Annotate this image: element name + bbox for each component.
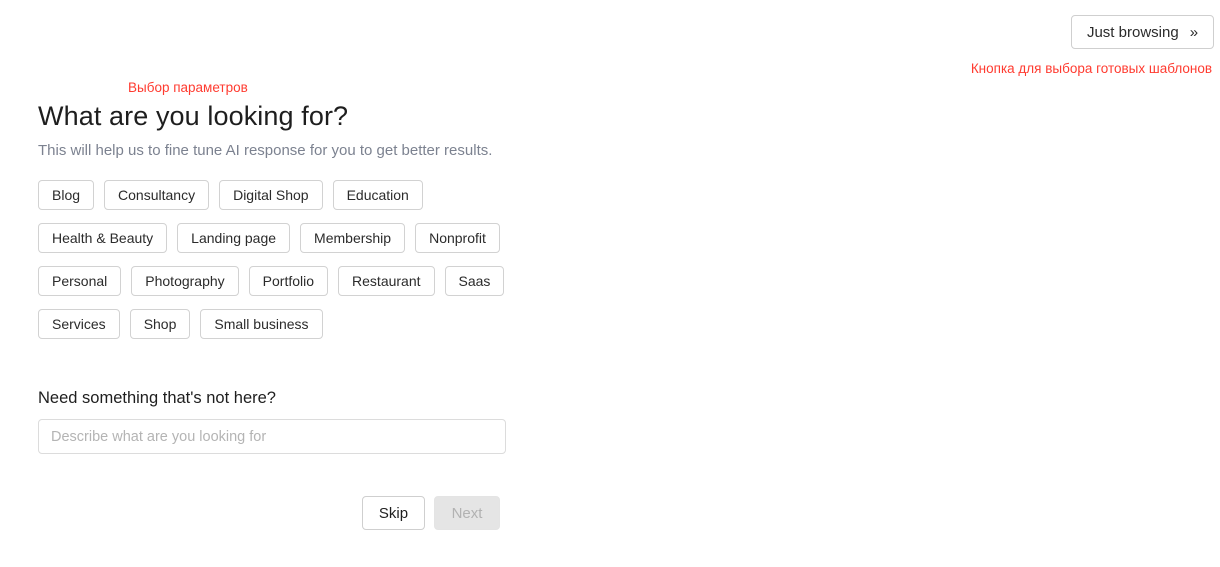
category-tag-list: Blog Consultancy Digital Shop Education … bbox=[38, 180, 738, 352]
annotation-browse-templates: Кнопка для выбора готовых шаблонов bbox=[970, 61, 1212, 76]
just-browsing-label: Just browsing bbox=[1086, 23, 1179, 41]
next-button: Next bbox=[434, 496, 500, 530]
annotation-parameter-selection: Выбор параметров bbox=[128, 80, 248, 95]
tag-services[interactable]: Services bbox=[38, 309, 120, 339]
tag-blog[interactable]: Blog bbox=[38, 180, 95, 210]
tag-small-business[interactable]: Small business bbox=[200, 309, 323, 339]
tag-saas[interactable]: Saas bbox=[444, 266, 505, 296]
tag-personal[interactable]: Personal bbox=[38, 266, 122, 296]
tag-membership[interactable]: Membership bbox=[300, 223, 406, 253]
tag-restaurant[interactable]: Restaurant bbox=[338, 266, 435, 296]
intro-block: What are you looking for? This will help… bbox=[38, 100, 598, 160]
tag-row: Personal Photography Portfolio Restauran… bbox=[38, 266, 738, 296]
page-title: What are you looking for? bbox=[38, 101, 349, 131]
describe-input[interactable] bbox=[38, 419, 506, 454]
tag-consultancy[interactable]: Consultancy bbox=[104, 180, 210, 210]
page-subtitle: This will help us to fine tune AI respon… bbox=[38, 141, 493, 159]
tag-row: Blog Consultancy Digital Shop Education bbox=[38, 180, 738, 210]
tag-digital-shop[interactable]: Digital Shop bbox=[219, 180, 323, 210]
tag-portfolio[interactable]: Portfolio bbox=[248, 266, 329, 296]
tag-photography[interactable]: Photography bbox=[131, 266, 239, 296]
just-browsing-button[interactable]: Just browsing » bbox=[1071, 15, 1214, 49]
skip-button[interactable]: Skip bbox=[362, 496, 425, 530]
need-something-label: Need something that's not here? bbox=[38, 389, 276, 407]
tag-education[interactable]: Education bbox=[332, 180, 423, 210]
double-chevron-right-icon: » bbox=[1189, 23, 1199, 41]
tag-landing-page[interactable]: Landing page bbox=[177, 223, 291, 253]
tag-shop[interactable]: Shop bbox=[129, 309, 191, 339]
tag-nonprofit[interactable]: Nonprofit bbox=[415, 223, 500, 253]
form-actions: Skip Next bbox=[362, 496, 500, 530]
tag-row: Health & Beauty Landing page Membership … bbox=[38, 223, 738, 253]
tag-health-and-beauty[interactable]: Health & Beauty bbox=[38, 223, 168, 253]
tag-row: Services Shop Small business bbox=[38, 309, 738, 339]
